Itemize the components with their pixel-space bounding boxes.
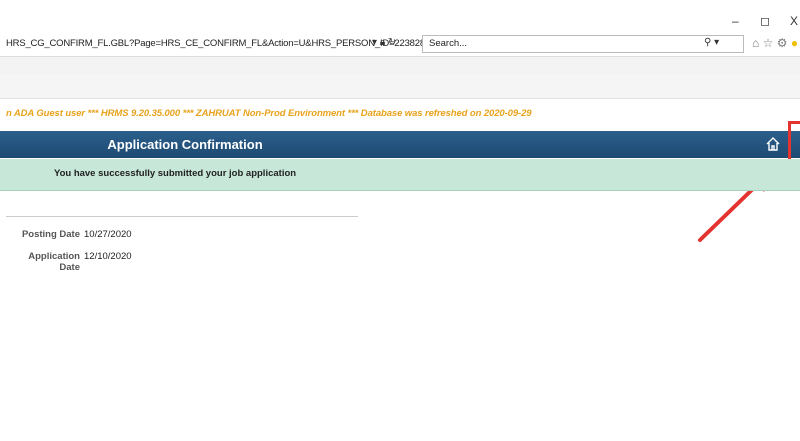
command-bar xyxy=(0,56,800,75)
application-date-value: 12/10/2020 xyxy=(84,251,132,262)
application-date-label: Application Date xyxy=(28,251,80,273)
url-text[interactable]: HRS_CG_CONFIRM_FL.GBL?Page=HRS_CE_CONFIR… xyxy=(6,38,425,49)
favorites-star-icon[interactable]: ☆ xyxy=(763,36,774,50)
posting-date-label: Posting Date xyxy=(21,229,80,240)
success-message: You have successfully submitted your job… xyxy=(53,168,297,179)
section-divider xyxy=(6,216,358,217)
gear-icon[interactable]: ⚙ xyxy=(777,36,788,50)
home-icon[interactable] xyxy=(764,135,782,153)
smiley-icon[interactable]: ● xyxy=(791,36,798,50)
close-button[interactable]: X xyxy=(790,14,798,28)
tab-strip xyxy=(0,74,800,99)
page-header: Application Confirmation xyxy=(0,131,800,158)
restore-button[interactable]: ◻ xyxy=(760,14,770,28)
window-top-edge xyxy=(0,0,800,3)
chevron-down-icon[interactable]: ▾ xyxy=(714,37,719,48)
dropdown-icon[interactable]: ▾ xyxy=(372,37,377,48)
home-browser-icon[interactable]: ⌂ xyxy=(752,36,759,50)
address-bar-icons: ▾ 🔒︎ ↻ xyxy=(372,37,396,48)
search-input[interactable]: Search... xyxy=(429,38,467,49)
lock-icon[interactable]: 🔒︎ xyxy=(380,37,385,48)
success-banner: You have successfully submitted your job… xyxy=(0,159,800,191)
search-controls: ⚲ ▾ xyxy=(704,37,719,48)
environment-banner: n ADA Guest user *** HRMS 9.20.35.000 **… xyxy=(6,108,532,119)
search-box[interactable]: Search... xyxy=(422,35,744,53)
posting-date-value: 10/27/2020 xyxy=(84,229,132,240)
page-title: Application Confirmation xyxy=(107,137,263,152)
search-icon[interactable]: ⚲ xyxy=(704,37,711,48)
browser-toolbar: ⌂ ☆ ⚙ ● xyxy=(752,36,798,50)
refresh-icon[interactable]: ↻ xyxy=(388,37,396,48)
minimize-button[interactable]: – xyxy=(732,14,739,28)
address-row: HRS_CG_CONFIRM_FL.GBL?Page=HRS_CE_CONFIR… xyxy=(0,33,800,55)
